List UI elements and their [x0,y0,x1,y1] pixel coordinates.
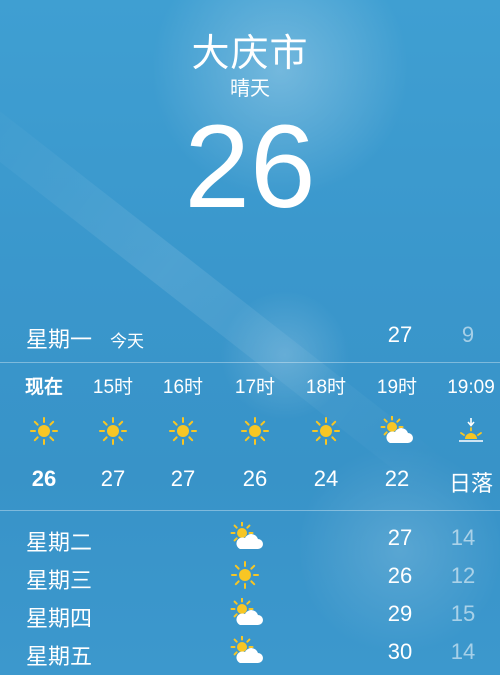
weather-condition: 晴天 [230,78,270,100]
hourly-item: 15时 27 [78,366,148,492]
today-tag: 今天 [110,332,144,351]
sun-icon [230,560,270,594]
day-name: 星期五 [26,644,93,669]
hourly-item: 17时 26 [220,366,290,492]
today-day: 星期一 [26,327,93,352]
divider [0,510,500,511]
day-high: 29 [387,601,413,626]
hourly-item: 19时 22 [362,366,432,492]
today-low: 9 [461,322,475,347]
hour-temp: 26 [31,466,57,491]
day-low: 15 [450,601,476,626]
hourly-forecast[interactable]: 现在 26 15时 27 16时 27 17时 26 18时 24 19时 22… [0,366,500,506]
hour-label: 15时 [92,377,134,398]
daily-row: 星期四 29 15 [0,596,500,634]
partly-cloudy-icon [230,521,270,556]
daily-row: 星期五 30 14 [0,634,500,672]
daily-forecast[interactable]: 星期二 27 14 星期三 26 12 星期四 29 15 星期五 30 14 [0,520,500,672]
hour-temp: 26 [242,466,268,491]
day-high: 30 [387,639,413,664]
hourly-item: 18时 24 [291,366,361,492]
sunset-icon [436,410,500,456]
sun-icon [291,410,361,456]
day-high: 27 [387,525,413,550]
daily-row: 星期三 26 12 [0,558,500,596]
hour-temp: 24 [313,466,339,491]
hourly-item: 16时 27 [148,366,218,492]
daily-row: 星期二 27 14 [0,520,500,558]
hour-label: 现在 [24,377,63,398]
today-summary: 星期一 今天 27 9 [0,318,500,354]
hour-label: 17时 [234,377,276,398]
partly-cloudy-icon [230,635,270,670]
hour-label: 16时 [162,377,204,398]
city-name: 大庆市 [191,33,309,75]
divider [0,362,500,363]
partly-cloudy-icon [230,597,270,632]
hour-label: 19时 [376,377,418,398]
hour-label: 18时 [305,377,347,398]
hourly-item: 现在 26 [9,366,79,492]
partly-cloudy-icon [362,410,432,456]
sunset-label: 日落 [448,471,493,496]
day-name: 星期二 [26,530,93,555]
day-low: 14 [450,525,476,550]
hour-temp: 22 [384,466,410,491]
hour-temp: 27 [100,466,126,491]
day-low: 14 [450,639,476,664]
day-low: 12 [450,563,476,588]
day-high: 26 [387,563,413,588]
sun-icon [9,410,79,456]
hour-temp: 27 [170,466,196,491]
sun-icon [220,410,290,456]
hourly-item: 19:09 日落 [436,366,500,498]
current-temperature: 26 [184,101,316,233]
sun-icon [78,410,148,456]
hour-label: 19:09 [447,377,495,398]
day-name: 星期三 [26,568,93,593]
day-name: 星期四 [26,606,93,631]
sun-icon [148,410,218,456]
today-high: 27 [387,322,413,347]
